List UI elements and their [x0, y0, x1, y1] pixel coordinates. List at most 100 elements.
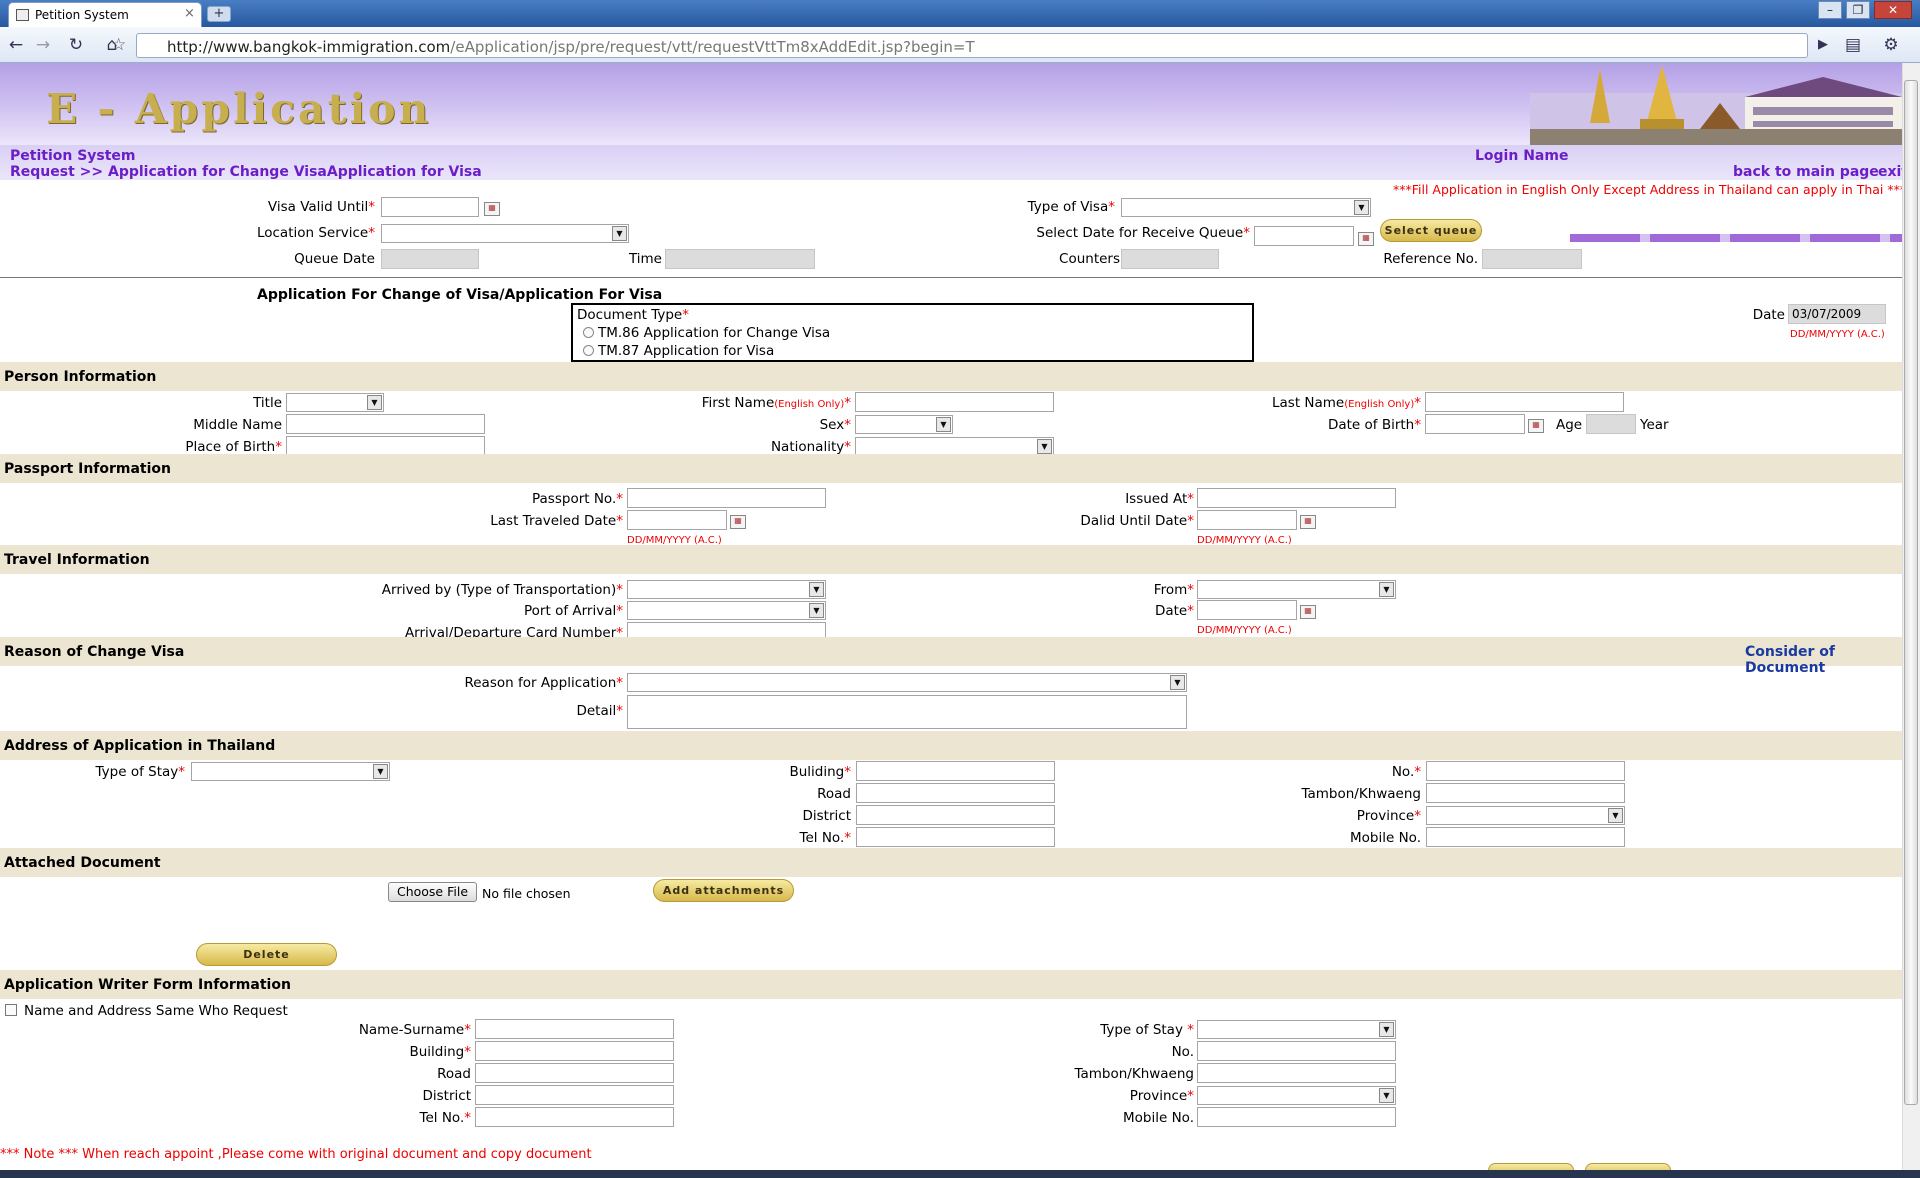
last-name-label: Last Name(English Only)*	[1272, 395, 1421, 411]
writer-name-input[interactable]	[475, 1019, 674, 1039]
writer-name-label: Name-Surname*	[358, 1022, 471, 1038]
place-of-birth-input[interactable]	[286, 436, 485, 456]
time-input	[665, 249, 815, 269]
detail-label: Detail*	[576, 703, 623, 719]
no-input[interactable]	[1426, 761, 1625, 781]
province-select[interactable]: ▼	[1426, 806, 1625, 825]
receive-queue-date-input[interactable]	[1254, 226, 1354, 246]
calendar-icon[interactable]: ▦	[484, 202, 500, 216]
address-bar[interactable]: ☆ http://www.bangkok-immigration.com/eAp…	[111, 33, 1808, 58]
go-icon[interactable]: ▶	[1812, 34, 1834, 56]
reason-section: Reason of Change Visa Consider of Docume…	[0, 637, 1902, 676]
road-label: Road	[817, 786, 851, 802]
title-select[interactable]: ▼	[286, 393, 384, 412]
tm87-radio[interactable]	[583, 345, 594, 356]
last-traveled-input[interactable]	[627, 510, 727, 530]
visa-valid-until-label: Visa Valid Until*	[267, 199, 375, 215]
bookmark-star-icon[interactable]: ☆	[111, 35, 126, 55]
mobile-input[interactable]	[1426, 827, 1625, 847]
choose-file-button[interactable]: Choose File	[388, 882, 477, 902]
tel-input[interactable]	[856, 827, 1055, 847]
add-attachments-button[interactable]: Add attachments	[653, 879, 794, 902]
writer-building-label: Building*	[409, 1044, 471, 1060]
middle-name-input[interactable]	[286, 414, 485, 434]
writer-type-of-stay-select[interactable]: ▼	[1197, 1020, 1396, 1039]
date-label: Date	[1752, 307, 1785, 323]
location-service-label: Location Service*	[256, 225, 375, 241]
road-input[interactable]	[856, 783, 1055, 803]
same-as-requester-checkbox[interactable]	[5, 1004, 17, 1016]
close-window-icon[interactable]: ✕	[1874, 1, 1912, 19]
tambon-label: Tambon/Khwaeng	[1301, 786, 1421, 802]
minimize-icon[interactable]: –	[1818, 1, 1842, 19]
page-icon	[16, 9, 29, 21]
type-of-stay-select[interactable]: ▼	[191, 762, 390, 781]
province-label: Province*	[1356, 808, 1421, 824]
close-tab-icon[interactable]: ×	[184, 6, 195, 21]
calendar-icon[interactable]: ▦	[1358, 232, 1374, 246]
calendar-icon[interactable]: ▦	[1300, 515, 1316, 529]
calendar-icon[interactable]: ▦	[730, 515, 746, 529]
date-of-birth-input[interactable]	[1425, 414, 1525, 434]
visa-valid-until-input[interactable]	[381, 197, 479, 217]
type-of-visa-select[interactable]: ▼	[1121, 198, 1371, 217]
valid-until-input[interactable]	[1197, 510, 1297, 530]
passport-no-input[interactable]	[627, 488, 826, 508]
issued-at-input[interactable]	[1197, 488, 1396, 508]
last-name-input[interactable]	[1425, 392, 1624, 412]
reason-select[interactable]: ▼	[627, 673, 1187, 692]
back-icon[interactable]: ←	[5, 34, 27, 56]
district-input[interactable]	[856, 805, 1055, 825]
type-of-visa-label: Type of Visa*	[1027, 199, 1115, 215]
passport-info-section: Passport Information	[0, 454, 1902, 483]
calendar-icon[interactable]: ▦	[1300, 605, 1316, 619]
port-of-arrival-select[interactable]: ▼	[627, 601, 826, 620]
detail-textarea[interactable]	[627, 695, 1187, 729]
writer-district-input[interactable]	[475, 1085, 674, 1105]
restore-icon[interactable]: ❐	[1846, 1, 1870, 19]
scrollbar-thumb[interactable]	[1904, 80, 1918, 1105]
tambon-input[interactable]	[1426, 783, 1625, 803]
attached-document-section: Attached Document	[0, 848, 1902, 877]
building-input[interactable]	[856, 761, 1055, 781]
date-of-birth-label: Date of Birth*	[1327, 417, 1421, 433]
location-service-select[interactable]: ▼	[381, 224, 629, 243]
app-header: E - Application Petition System Request …	[0, 63, 1908, 242]
browser-tab[interactable]: Petition System ×	[8, 2, 202, 27]
title-label: Title	[253, 395, 282, 411]
writer-no-input[interactable]	[1197, 1041, 1396, 1061]
writer-building-input[interactable]	[475, 1041, 674, 1061]
page-menu-icon[interactable]: ▤	[1842, 34, 1864, 56]
tm86-radio[interactable]	[583, 327, 594, 338]
breadcrumb[interactable]: Request >> Application for Change VisaAp…	[10, 164, 482, 180]
browser-tabbar: Petition System × + – ❐ ✕	[0, 0, 1920, 27]
select-date-queue-label: Select Date for Receive Queue*	[1036, 225, 1250, 241]
issued-at-label: Issued At*	[1125, 491, 1194, 507]
writer-road-input[interactable]	[475, 1063, 674, 1083]
writer-province-select[interactable]: ▼	[1197, 1086, 1396, 1105]
writer-mobile-input[interactable]	[1197, 1107, 1396, 1127]
reference-no-label: Reference No.	[1383, 251, 1478, 267]
writer-district-label: District	[422, 1088, 472, 1104]
consider-document-link[interactable]: Consider of Document	[1745, 644, 1902, 676]
from-select[interactable]: ▼	[1197, 580, 1396, 599]
delete-attachments-button[interactable]: Delete attachments	[196, 943, 337, 982]
arrival-date-input[interactable]	[1197, 600, 1297, 620]
appointment-note: *** Note *** When reach appoint ,Please …	[0, 1147, 592, 1162]
sex-select[interactable]: ▼	[855, 415, 953, 434]
wrench-icon[interactable]: ⚙	[1880, 34, 1902, 56]
writer-tel-input[interactable]	[475, 1107, 674, 1127]
forward-icon[interactable]: →	[32, 34, 54, 56]
reload-icon[interactable]: ↻	[65, 34, 87, 56]
arrived-by-select[interactable]: ▼	[627, 580, 826, 599]
queue-date-input	[381, 249, 479, 269]
back-to-main-link[interactable]: back to main page	[1733, 164, 1879, 180]
grand-palace-banner	[1530, 65, 1902, 145]
arrived-by-label: Arrived by (Type of Transportation)*	[381, 582, 623, 598]
writer-tambon-input[interactable]	[1197, 1063, 1396, 1083]
tab-title: Petition System	[35, 8, 129, 22]
first-name-input[interactable]	[855, 392, 1054, 412]
new-tab-button[interactable]: +	[207, 6, 231, 22]
calendar-icon[interactable]: ▦	[1528, 419, 1544, 433]
select-queue-button[interactable]: Select queue	[1380, 219, 1482, 242]
